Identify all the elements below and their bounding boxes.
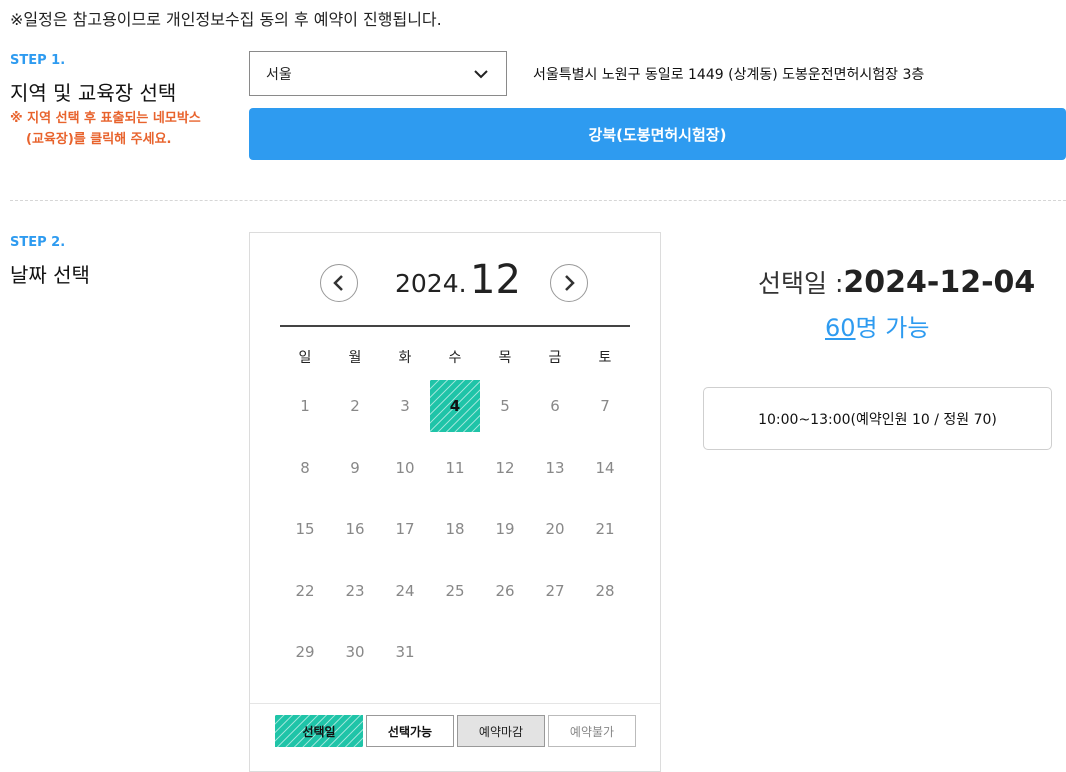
center-select-button[interactable]: 강북(도봉면허시험장): [249, 108, 1066, 160]
calendar-day: 8: [300, 459, 310, 477]
calendar-day: 31: [395, 643, 415, 661]
calendar-week: 1 2 3 4 5 6 7: [280, 380, 630, 432]
calendar-day: [480, 626, 530, 678]
calendar-week: 8 9 10 11 12 13 14: [280, 442, 630, 494]
step1-hint-line1: ※ 지역 선택 후 표출되는 네모박스: [10, 111, 201, 126]
calendar-day: 30: [345, 643, 365, 661]
region-select-value: 서울: [266, 66, 292, 83]
next-month-button[interactable]: [550, 264, 588, 302]
calendar-day: 3: [400, 397, 410, 415]
calendar-day: 9: [350, 459, 360, 477]
section-divider: [10, 200, 1066, 201]
calendar-day: 22: [295, 582, 315, 600]
calendar-day: 5: [500, 397, 510, 415]
calendar-day: [580, 626, 630, 678]
calendar-day: 21: [595, 520, 615, 538]
legend-unavailable: 예약불가: [548, 715, 636, 747]
calendar-day: 14: [595, 459, 615, 477]
calendar-day: 16: [345, 520, 365, 538]
selected-date-value: 2024-12-04: [843, 265, 1036, 300]
calendar-day-selected[interactable]: 4: [430, 380, 480, 432]
calendar-day: 10: [395, 459, 415, 477]
availability-display: 60명 가능: [825, 308, 929, 343]
calendar-day: 29: [295, 643, 315, 661]
weekday-label: 일: [298, 350, 312, 366]
calendar-week: 22 23 24 25 26 27 28: [280, 565, 630, 617]
calendar-day: 13: [545, 459, 565, 477]
calendar-year: 2024.: [395, 269, 467, 298]
weekday-header: 일 월 화 수 목 금 토: [280, 347, 630, 367]
calendar-day: 17: [395, 520, 415, 538]
chevron-down-icon: [474, 70, 488, 79]
calendar-day: 23: [345, 582, 365, 600]
calendar-day: [430, 626, 480, 678]
selected-date-display: 선택일 :2024-12-04: [758, 264, 1035, 300]
calendar-day: 2: [350, 397, 360, 415]
calendar-day: 7: [600, 397, 610, 415]
step1-title: 지역 및 교육장 선택: [10, 81, 177, 105]
prev-month-button[interactable]: [320, 264, 358, 302]
calendar-day: 1: [300, 397, 310, 415]
calendar-day: [530, 626, 580, 678]
region-select[interactable]: 서울: [249, 51, 507, 96]
available-suffix: 명 가능: [855, 314, 930, 342]
chevron-right-icon: [565, 275, 575, 291]
calendar-day: 24: [395, 582, 415, 600]
available-count[interactable]: 60: [825, 314, 856, 342]
step2-title: 날짜 선택: [10, 263, 90, 287]
calendar-day: 27: [545, 582, 565, 600]
time-slot-button[interactable]: 10:00~13:00(예약인원 10 / 정원 70): [703, 387, 1052, 450]
calendar-week: 29 30 31: [280, 626, 630, 678]
selected-date-prefix: 선택일 :: [758, 269, 844, 298]
chevron-left-icon: [333, 275, 343, 291]
center-address: 서울특별시 노원구 동일로 1449 (상계동) 도봉운전면허시험장 3층: [533, 67, 925, 83]
step1-hint: ※ 지역 선택 후 표출되는 네모박스 (교육장)를 클릭해 주세요.: [10, 108, 235, 150]
calendar-day: 18: [445, 520, 465, 538]
legend-divider: [250, 703, 660, 704]
calendar-week: 15 16 17 18 19 20 21: [280, 503, 630, 555]
calendar-month: 12: [470, 257, 521, 303]
calendar-day: 6: [550, 397, 560, 415]
step2-label: STEP 2.: [10, 235, 66, 250]
weekday-label: 금: [548, 350, 562, 366]
legend-closed: 예약마감: [457, 715, 545, 747]
calendar-day: 15: [295, 520, 315, 538]
calendar-day: 20: [545, 520, 565, 538]
step1-label: STEP 1.: [10, 53, 66, 68]
calendar: 2024. 12 일 월 화 수 목 금 토 1 2 3 4 5 6 7 8 9…: [249, 232, 661, 772]
calendar-header-rule: [280, 325, 630, 327]
legend-available: 선택가능: [366, 715, 454, 747]
weekday-label: 토: [598, 350, 612, 366]
calendar-day: 11: [445, 459, 465, 477]
step1-hint-line2: (교육장)를 클릭해 주세요.: [26, 132, 172, 147]
calendar-day: 26: [495, 582, 515, 600]
legend-selected: 선택일: [275, 715, 363, 747]
weekday-label: 수: [448, 350, 462, 366]
calendar-day: 19: [495, 520, 515, 538]
calendar-day: 25: [445, 582, 465, 600]
calendar-day: 28: [595, 582, 615, 600]
weekday-label: 화: [398, 350, 412, 366]
calendar-day: 12: [495, 459, 515, 477]
reservation-notice: ※일정은 참고용이므로 개인정보수집 동의 후 예약이 진행됩니다.: [10, 10, 442, 29]
weekday-label: 월: [348, 350, 362, 366]
weekday-label: 목: [498, 350, 512, 366]
